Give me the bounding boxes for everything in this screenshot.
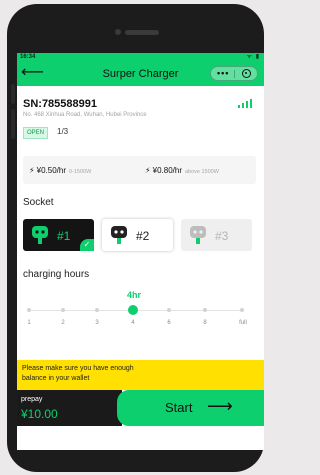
hours-section-title: charging hours	[23, 269, 90, 280]
socket-option-1[interactable]: #1 ✓	[23, 219, 94, 251]
slider-stop[interactable]	[167, 308, 171, 312]
front-camera	[115, 29, 121, 35]
bolt-icon: ⚡	[145, 166, 151, 175]
system-icons: ᯤ ▮	[246, 54, 260, 60]
warning-line-2: balance in your wallet	[22, 375, 90, 382]
price-box: ⚡ ¥0.50/hr 0-1500W ⚡ ¥0.80/hr above 1500W	[23, 156, 256, 184]
socket-option-3: #3	[181, 219, 252, 251]
volume-up-button	[11, 84, 15, 104]
more-icon[interactable]: •••	[217, 68, 229, 78]
app-bar: ⟵ Surper Charger •••	[17, 62, 264, 86]
selected-check-icon: ✓	[80, 239, 94, 251]
socket-section-title: Socket	[23, 197, 54, 208]
bolt-icon: ⚡	[29, 166, 35, 175]
start-button[interactable]: Start ⟶	[117, 390, 264, 426]
price-tier-high: ⚡ ¥0.80/hr above 1500W	[145, 166, 219, 175]
socket-label: #1	[57, 229, 71, 243]
station-serial: SN:785588991	[23, 98, 98, 110]
slider-stop[interactable]	[95, 308, 99, 312]
charger-plug-icon	[190, 226, 206, 244]
station-address: No. 468 Xinhua Road, Wuhan, Hubei Provin…	[23, 112, 147, 118]
hours-tick-label: 8	[203, 320, 207, 326]
hours-tick-label: 1	[27, 320, 31, 326]
start-label: Start	[165, 400, 193, 415]
earpiece-speaker	[125, 30, 159, 35]
slider-stop[interactable]	[61, 308, 65, 312]
hours-tick-label: full	[239, 320, 247, 326]
hours-tick-label: 6	[167, 320, 171, 326]
hours-tick-label: 4	[131, 320, 135, 326]
socket-count: 1/3	[57, 127, 69, 136]
price-range: 0-1500W	[68, 169, 92, 175]
status-time: 16:34	[20, 54, 36, 60]
slider-stop[interactable]	[27, 308, 31, 312]
warning-line-1: Please make sure you have enough	[22, 365, 134, 372]
selected-hours-label: 4hr	[126, 290, 141, 300]
socket-option-2[interactable]: #2	[102, 219, 173, 251]
volume-down-button	[11, 109, 15, 139]
hours-tick-label: 2	[61, 320, 65, 326]
mini-program-capsule: •••	[210, 66, 258, 81]
status-badge: OPEN	[23, 127, 49, 139]
socket-label: #3	[215, 229, 229, 243]
capsule-divider	[234, 70, 235, 78]
charger-plug-icon	[111, 226, 127, 244]
socket-label: #2	[136, 229, 150, 243]
prepay-panel: prepay ¥10.00	[17, 390, 122, 426]
price-value: ¥0.50/hr	[36, 166, 66, 175]
charger-plug-icon	[32, 226, 48, 244]
price-tier-low: ⚡ ¥0.50/hr 0-1500W	[29, 166, 91, 175]
arrow-right-icon: ⟶	[207, 396, 233, 416]
hours-tick-label: 3	[95, 320, 99, 326]
balance-warning: Please make sure you have enough balance…	[17, 360, 264, 390]
prepay-label: prepay	[21, 396, 43, 403]
close-target-icon[interactable]	[242, 69, 251, 78]
slider-stop[interactable]	[240, 308, 244, 312]
signal-icon	[238, 99, 252, 108]
slider-stop[interactable]	[203, 308, 207, 312]
screen: 16:34 ᯤ ▮ ⟵ Surper Charger ••• SN:785588…	[17, 53, 264, 450]
hours-slider-knob[interactable]	[128, 305, 138, 315]
prepay-amount: ¥10.00	[21, 407, 58, 421]
price-range: above 1500W	[184, 169, 219, 175]
price-value: ¥0.80/hr	[152, 166, 182, 175]
status-bar: 16:34 ᯤ ▮	[17, 53, 264, 62]
